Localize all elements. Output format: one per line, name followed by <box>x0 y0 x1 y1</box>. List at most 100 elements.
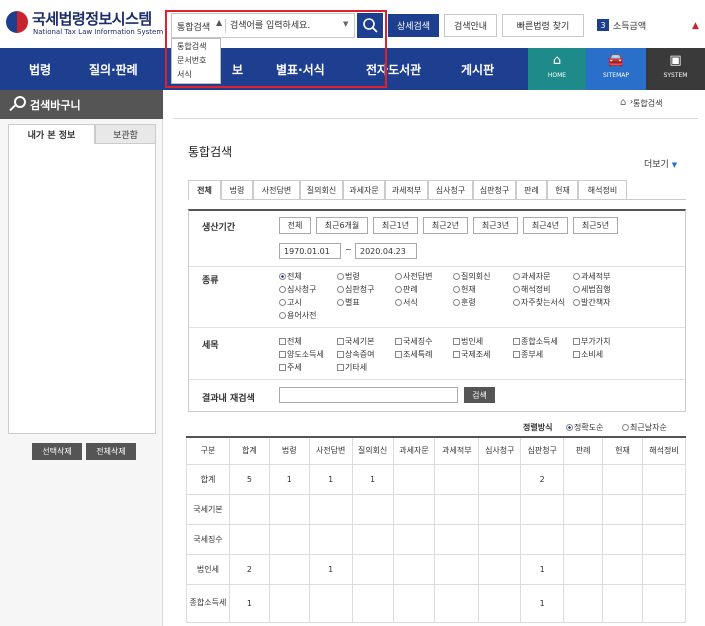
more-link[interactable]: 더보기 ▼ <box>644 157 677 170</box>
tax-checkbox[interactable]: 종부세 <box>513 349 543 360</box>
nav-item-qa[interactable]: 질의·판례 <box>89 61 138 78</box>
nav-item-board[interactable]: 게시판 <box>461 61 494 78</box>
system-button[interactable]: ▣ SYSTEM <box>646 48 705 90</box>
tab-constitutional[interactable]: 헌재 <box>547 180 578 200</box>
tab-audit-claim[interactable]: 심사청구 <box>428 180 473 200</box>
checkbox-icon <box>279 364 286 371</box>
logo-title[interactable]: 국세법령정보시스템 <box>32 8 152 29</box>
type-radio[interactable]: 판례 <box>395 284 418 295</box>
date-to-input[interactable]: 2020.04.23 <box>355 243 417 259</box>
tab-precedent[interactable]: 판례 <box>516 180 547 200</box>
table-cell[interactable]: 1 <box>520 583 565 623</box>
type-radio[interactable]: 사전답변 <box>395 271 432 282</box>
type-radio[interactable]: 세법집행 <box>573 284 610 295</box>
type-radio[interactable]: 심사청구 <box>279 284 316 295</box>
tax-checkbox[interactable]: 소비세 <box>573 349 603 360</box>
type-radio[interactable]: 헌재 <box>453 284 476 295</box>
tax-checkbox[interactable]: 전체 <box>279 336 302 347</box>
type-radio[interactable]: 서식 <box>395 297 418 308</box>
tax-checkbox[interactable]: 종합소득세 <box>513 336 558 347</box>
period-1y-button[interactable]: 최근1년 <box>373 217 418 234</box>
research-button[interactable]: 검색 <box>464 387 495 403</box>
table-cell[interactable]: 1 <box>520 553 565 585</box>
logo-icon[interactable] <box>6 11 28 33</box>
type-radio[interactable]: 발간책자 <box>573 297 610 308</box>
table-cell <box>602 553 643 585</box>
tab-trial-claim[interactable]: 심판청구 <box>473 180 516 200</box>
chevron-down-icon: ▼ <box>671 161 678 169</box>
research-input[interactable] <box>279 387 458 403</box>
table-cell[interactable]: 1 <box>308 553 353 585</box>
home-icon[interactable]: ⌂ <box>620 97 626 108</box>
tax-checkbox[interactable]: 조세특례 <box>395 349 432 360</box>
tax-checkbox[interactable]: 양도소득세 <box>279 349 324 360</box>
sort-recent-radio[interactable]: 최근날자순 <box>622 422 667 433</box>
table-cell[interactable]: 2 <box>228 553 270 585</box>
table-cell <box>478 583 522 623</box>
period-6m-button[interactable]: 최근6개월 <box>316 217 368 234</box>
tax-checkbox[interactable]: 주세 <box>279 362 302 373</box>
period-5y-button[interactable]: 최근5년 <box>573 217 618 234</box>
type-radio[interactable]: 고시 <box>279 297 302 308</box>
period-all-button[interactable]: 전체 <box>279 217 311 234</box>
home-label: HOME <box>547 72 567 79</box>
period-4y-button[interactable]: 최근4년 <box>523 217 568 234</box>
type-radio[interactable]: 과세적부 <box>573 271 610 282</box>
tax-checkbox[interactable]: 국제조세 <box>453 349 490 360</box>
type-radio[interactable]: 과세자문 <box>513 271 550 282</box>
arrow-up-icon[interactable]: ▲ <box>692 21 699 31</box>
type-radio[interactable]: 별표 <box>337 297 360 308</box>
sitemap-button[interactable]: 🚘 SITEMAP <box>586 48 646 90</box>
table-cell[interactable]: 5 <box>228 463 270 495</box>
table-cell[interactable]: 1 <box>228 583 270 623</box>
count-label[interactable]: 소득금액 <box>613 19 646 32</box>
type-radio[interactable]: 전체 <box>279 271 302 282</box>
tax-checkbox[interactable]: 법인세 <box>453 336 483 347</box>
quick-law-button[interactable]: 빠른법령 찾기 <box>502 14 584 37</box>
table-cell[interactable]: 1 <box>268 463 310 495</box>
type-radio[interactable]: 심판청구 <box>337 284 374 295</box>
tax-checkbox[interactable]: 국세징수 <box>395 336 432 347</box>
sort-accuracy-radio[interactable]: 정확도순 <box>566 422 603 433</box>
tax-checkbox[interactable]: 기타세 <box>337 362 367 373</box>
date-from-input[interactable]: 1970.01.01 <box>279 243 341 259</box>
tab-all[interactable]: 전체 <box>188 180 221 200</box>
column-header: 판례 <box>563 436 604 465</box>
table-cell <box>392 493 436 525</box>
home-button[interactable]: ⌂ HOME <box>528 48 586 90</box>
tab-tax-advice[interactable]: 과세자문 <box>343 180 385 200</box>
period-3y-button[interactable]: 최근3년 <box>473 217 518 234</box>
type-radio[interactable]: 훈령 <box>453 297 476 308</box>
type-radio[interactable]: 법령 <box>337 271 360 282</box>
radio-icon <box>513 299 520 306</box>
detail-search-button[interactable]: 상세검색 <box>388 14 439 37</box>
type-radio[interactable]: 질의회신 <box>453 271 490 282</box>
table-row: 합계 5 1 1 1 2 <box>186 463 687 495</box>
tab-inquiry-reply[interactable]: 질의회신 <box>300 180 343 200</box>
table-cell[interactable]: 1 <box>308 463 353 495</box>
tax-checkbox[interactable]: 상속증여 <box>337 349 374 360</box>
tab-storage[interactable]: 보관함 <box>95 124 156 144</box>
divider <box>189 266 685 267</box>
table-cell[interactable]: 2 <box>520 463 565 495</box>
search-guide-button[interactable]: 검색안내 <box>444 14 497 37</box>
tab-my-info[interactable]: 내가 본 정보 <box>8 124 95 144</box>
tab-advance-ruling[interactable]: 사전답변 <box>253 180 300 200</box>
tab-interpretation[interactable]: 해석정비 <box>578 180 627 200</box>
type-radio-label: 훈령 <box>461 298 476 307</box>
type-radio[interactable]: 용어사전 <box>279 310 316 321</box>
tax-checkbox[interactable]: 국세기본 <box>337 336 374 347</box>
table-cell[interactable]: 1 <box>351 463 394 495</box>
table-cell <box>434 523 480 555</box>
type-radio[interactable]: 자주찾는서식 <box>513 297 565 308</box>
delete-all-button[interactable]: 전체삭제 <box>86 443 136 460</box>
type-radio[interactable]: 해석정비 <box>513 284 550 295</box>
nav-item-law[interactable]: 법령 <box>29 61 51 78</box>
delete-selected-button[interactable]: 선택삭제 <box>32 443 82 460</box>
period-2y-button[interactable]: 최근2년 <box>423 217 468 234</box>
tax-checkbox[interactable]: 부가가치 <box>573 336 610 347</box>
date-separator: ~ <box>345 245 352 254</box>
tab-tax-review[interactable]: 과세적부 <box>385 180 428 200</box>
tab-law[interactable]: 법령 <box>221 180 253 200</box>
checkbox-icon <box>279 338 286 345</box>
